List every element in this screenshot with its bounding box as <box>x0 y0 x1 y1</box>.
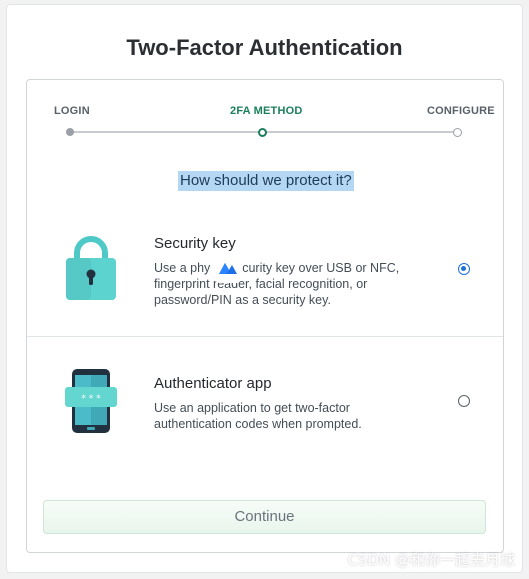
security-key-description: Use a phy security key over USB or NFC, … <box>154 261 400 307</box>
continue-button[interactable]: Continue <box>43 500 486 534</box>
authenticator-app-radio[interactable] <box>458 395 470 407</box>
authenticator-app-title: Authenticator app <box>154 375 272 392</box>
svg-text:* * *: * * * <box>81 394 101 404</box>
step-login-dot <box>66 128 74 136</box>
padlock-icon <box>66 236 116 300</box>
dialog-title: Two-Factor Authentication <box>126 35 403 60</box>
overlay-logo-icon <box>214 255 242 283</box>
watermark-text: CSDN @和你一起去月球 <box>347 551 515 569</box>
step-2fa-method-dot <box>258 128 267 137</box>
authenticator-app-description: Use an application to get two-factor aut… <box>154 401 362 431</box>
step-2fa-method-label: 2FA METHOD <box>230 105 303 117</box>
step-configure-label: CONFIGURE <box>427 105 495 117</box>
security-key-title: Security key <box>154 235 236 252</box>
phone-password-icon: * * * <box>65 369 117 433</box>
protect-question: How should we protect it? <box>178 171 354 191</box>
step-login-label: LOGIN <box>54 105 90 117</box>
step-configure-dot <box>453 128 462 137</box>
security-key-radio[interactable] <box>458 263 470 275</box>
